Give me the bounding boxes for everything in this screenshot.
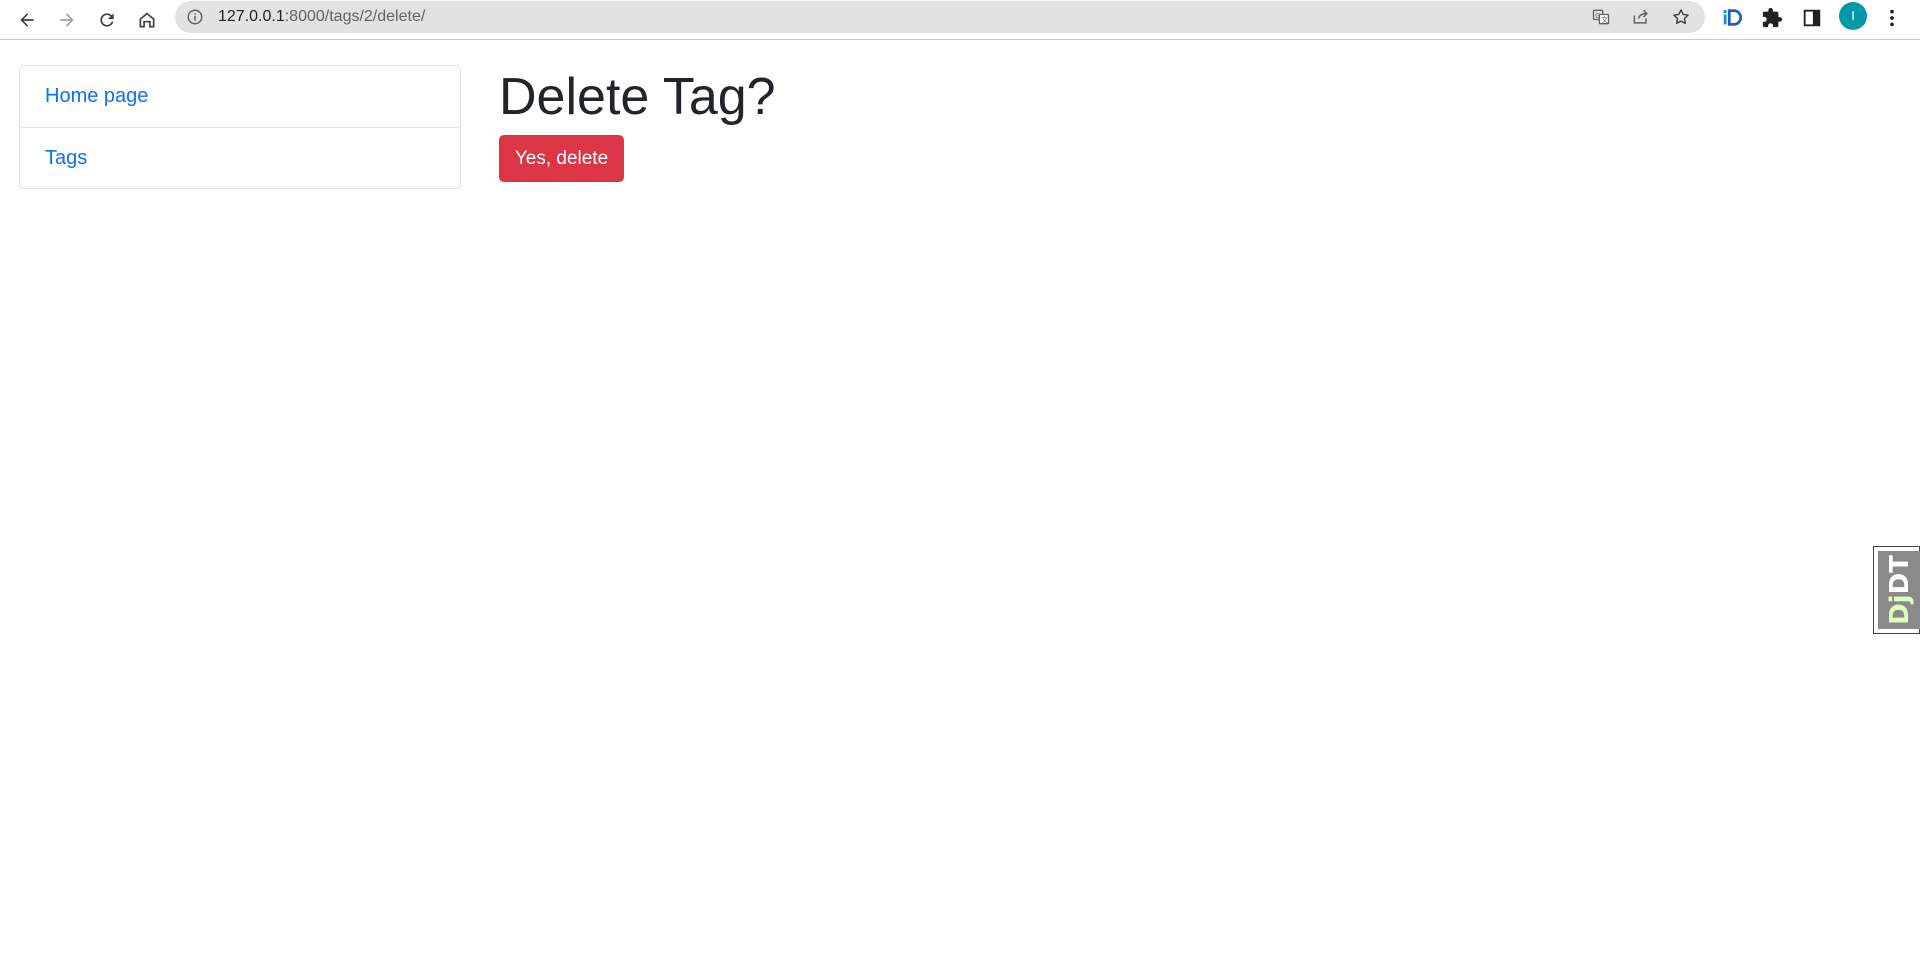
extensions-button[interactable] <box>1760 6 1784 30</box>
debug-toolbar-handle[interactable]: DjDT <box>1873 546 1920 634</box>
reload-icon <box>100 13 114 27</box>
translate-button[interactable]: G 文 <box>1591 7 1611 27</box>
debug-toolbar-handle-label: DjDT <box>1878 551 1920 629</box>
share-icon <box>1633 9 1648 24</box>
forward-button[interactable] <box>51 4 83 36</box>
confirm-delete-button[interactable]: Yes, delete <box>499 135 624 182</box>
url-host: 127.0.0.1 <box>218 8 285 25</box>
sidebar-item-tags[interactable]: Tags <box>20 127 460 188</box>
puzzle-icon <box>1762 7 1783 28</box>
reload-button[interactable] <box>91 4 123 36</box>
back-arrow-icon <box>20 13 34 27</box>
info-circle-icon[interactable] <box>186 8 204 26</box>
side-panel-icon <box>1803 9 1821 27</box>
back-button[interactable] <box>11 4 43 36</box>
home-button[interactable] <box>131 4 163 36</box>
profile-avatar[interactable]: I <box>1839 2 1867 30</box>
browser-menu-button[interactable] <box>1880 6 1904 30</box>
kebab-menu-icon <box>1890 9 1894 27</box>
bookmark-button[interactable] <box>1671 7 1691 27</box>
forward-arrow-icon <box>60 13 74 27</box>
svg-text:G: G <box>1595 12 1600 20</box>
address-bar[interactable]: 127.0.0.1:8000/tags/2/delete/ G 文 <box>175 1 1705 33</box>
id-extension-button[interactable] <box>1720 6 1744 30</box>
url-path: :8000/tags/2/delete/ <box>284 8 426 25</box>
svg-text:文: 文 <box>1601 15 1608 24</box>
url-text[interactable]: 127.0.0.1:8000/tags/2/delete/ <box>218 7 425 27</box>
star-icon <box>1673 9 1689 25</box>
home-icon <box>139 12 155 28</box>
sidebar-nav: Home page Tags <box>19 65 461 189</box>
page-title: Delete Tag? <box>499 68 776 126</box>
browser-toolbar: 127.0.0.1:8000/tags/2/delete/ G 文 I <box>0 0 1920 40</box>
debug-toolbar-logo: DjDT <box>1884 555 1915 625</box>
translate-icon: G 文 <box>1592 9 1610 25</box>
sidebar-item-home-page[interactable]: Home page <box>20 66 460 127</box>
id-extension-icon <box>1723 9 1743 26</box>
share-button[interactable] <box>1631 7 1651 27</box>
side-panel-button[interactable] <box>1800 6 1824 30</box>
